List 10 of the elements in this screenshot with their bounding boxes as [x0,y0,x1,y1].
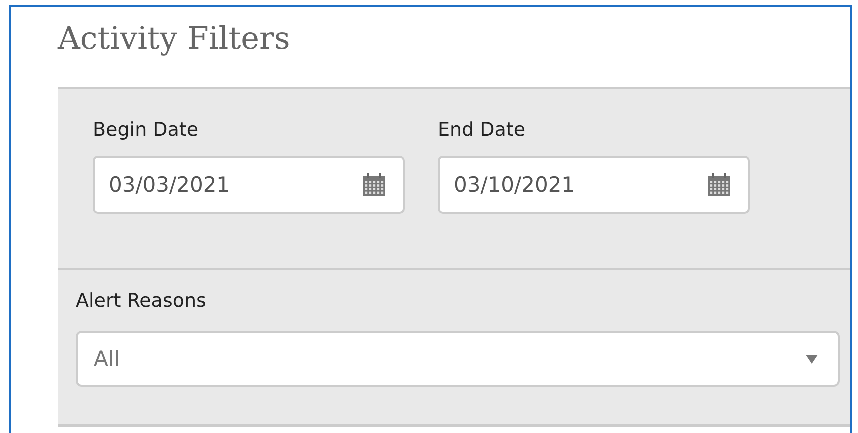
calendar-icon[interactable] [361,172,387,198]
field-label: End Date [438,119,527,141]
calendar-icon[interactable] [706,172,732,198]
alert-reasons-dropdown[interactable]: All [76,331,840,387]
date-field[interactable]: 03/10/2021 [438,156,750,214]
date-field[interactable]: 03/03/2021 [93,156,405,214]
caret-icon [806,354,818,364]
page-title: Activity Filters [58,21,292,59]
field-label: Begin Date [93,119,200,141]
field-label: Alert Reasons [76,290,208,312]
